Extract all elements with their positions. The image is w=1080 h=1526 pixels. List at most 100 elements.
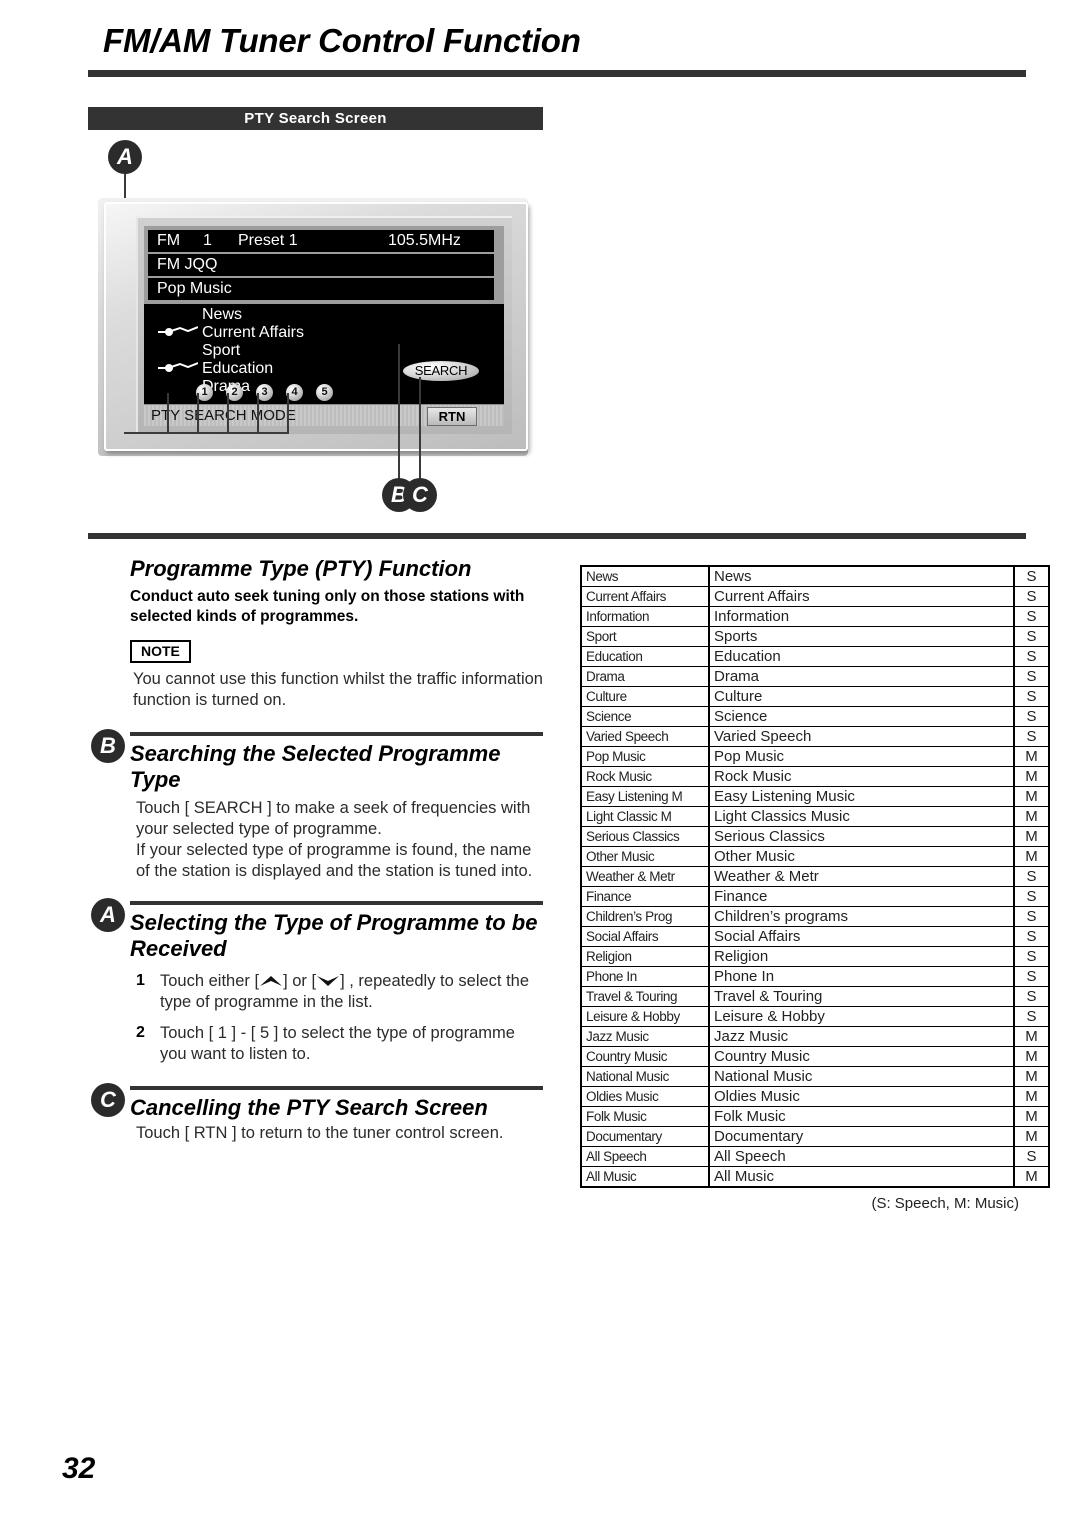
device-illustration: A FM 1 Preset 1 105.5MHz FM JQQ Pop Musi… — [88, 140, 538, 530]
pty-short-name: Serious Classics — [580, 826, 710, 847]
pty-full-name: Children’s programs — [708, 906, 1015, 927]
lcd-pty-row: Pop Music — [148, 278, 494, 300]
pty-kind: M — [1013, 806, 1050, 827]
step-1-number: 1 — [136, 971, 145, 989]
pty-short-name: Easy Listening M — [580, 786, 710, 807]
pty-kind: M — [1013, 1026, 1050, 1047]
table-row: Current Affairs Current Affairs S — [580, 586, 1050, 607]
selection-cursor-icon-1 — [158, 326, 198, 336]
pty-full-name: Science — [708, 706, 1015, 727]
pty-full-name: Easy Listening Music — [708, 786, 1015, 807]
section-rule-searching — [130, 732, 543, 737]
page-title: FM/AM Tuner Control Function — [103, 22, 581, 59]
pty-full-name: National Music — [708, 1066, 1015, 1087]
lcd-list-item-news[interactable]: News — [202, 306, 242, 324]
lcd-list-item-education[interactable]: Education — [202, 360, 273, 378]
pty-short-name: Light Classic M — [580, 806, 710, 827]
pty-short-name: Science — [580, 706, 710, 727]
pty-full-name: Weather & Metr — [708, 866, 1015, 887]
pty-short-name: Pop Music — [580, 746, 710, 767]
pty-full-name: All Music — [708, 1166, 1015, 1188]
note-badge: NOTE — [130, 640, 191, 664]
table-row: All Speech All Speech S — [580, 1146, 1050, 1167]
pty-short-name: Varied Speech — [580, 726, 710, 747]
table-row: Country Music Country Music M — [580, 1046, 1050, 1067]
pty-short-name: Information — [580, 606, 710, 627]
leader-search — [398, 344, 400, 480]
callout-marker-c: C — [403, 478, 437, 512]
rtn-button[interactable]: RTN — [427, 407, 477, 426]
pty-kind: S — [1013, 1146, 1050, 1167]
section-divider — [88, 533, 1026, 539]
heading-selecting: Selecting the Type of Programme to be Re… — [130, 910, 538, 961]
preset-button-5[interactable]: 5 — [316, 384, 333, 401]
pty-kind: M — [1013, 746, 1050, 767]
lcd-station-name: FM JQQ — [157, 256, 218, 273]
pty-kind: M — [1013, 1106, 1050, 1127]
pty-kind: S — [1013, 986, 1050, 1007]
pty-short-name: Current Affairs — [580, 586, 710, 607]
pty-short-name: Children’s Prog — [580, 906, 710, 927]
table-row: Light Classic M Light Classics Music M — [580, 806, 1050, 827]
chevron-up-icon[interactable] — [259, 974, 283, 988]
pty-short-name: All Speech — [580, 1146, 710, 1167]
leader-preset-3 — [227, 393, 229, 432]
pty-full-name: Serious Classics — [708, 826, 1015, 847]
table-row: All Music All Music M — [580, 1166, 1050, 1188]
pty-kind: M — [1013, 1086, 1050, 1107]
pty-kind: M — [1013, 826, 1050, 847]
heading-pty-function: Programme Type (PTY) Function — [130, 556, 472, 581]
pty-kind: M — [1013, 846, 1050, 867]
table-row: Documentary Documentary M — [580, 1126, 1050, 1147]
pty-kind: S — [1013, 1006, 1050, 1027]
lcd-list-item-current-affairs[interactable]: Current Affairs — [202, 324, 304, 342]
searching-para-1: Touch [ SEARCH ] to make a seek of frequ… — [136, 798, 531, 838]
table-row: Folk Music Folk Music M — [580, 1106, 1050, 1127]
search-button[interactable]: SEARCH — [403, 361, 479, 381]
pty-short-name: Other Music — [580, 846, 710, 867]
table-row: Science Science S — [580, 706, 1050, 727]
leader-rtn — [419, 377, 421, 480]
pty-short-name: Leisure & Hobby — [580, 1006, 710, 1027]
table-row: Information Information S — [580, 606, 1050, 627]
pty-full-name: Folk Music — [708, 1106, 1015, 1127]
table-row: Phone In Phone In S — [580, 966, 1050, 987]
chevron-down-icon[interactable] — [316, 974, 340, 988]
pty-full-name: Country Music — [708, 1046, 1015, 1067]
pty-table-container: News News S Current Affairs Current Affairs S… — [580, 565, 1050, 1212]
step-1-pre: Touch either [ — [160, 971, 260, 990]
pty-short-name: Folk Music — [580, 1106, 710, 1127]
pty-table: News News S Current Affairs Current Affairs S… — [580, 565, 1050, 1188]
section-marker-b: B — [91, 729, 125, 764]
pty-table-footnote: (S: Speech, M: Music) — [871, 1195, 1019, 1212]
table-row: Easy Listening M Easy Listening Music M — [580, 786, 1050, 807]
pty-kind: M — [1013, 1126, 1050, 1147]
pty-short-name: Weather & Metr — [580, 866, 710, 887]
table-row: Leisure & Hobby Leisure & Hobby S — [580, 1006, 1050, 1027]
leader-preset-1 — [167, 393, 169, 432]
pty-short-name: Religion — [580, 946, 710, 967]
selection-cursor-icon-2 — [158, 362, 198, 372]
lcd-header-panel: FM 1 Preset 1 105.5MHz FM JQQ Pop Music — [144, 226, 504, 304]
lcd-preset-label: Preset 1 — [238, 232, 298, 249]
pty-full-name: Pop Music — [708, 746, 1015, 767]
pty-kind: M — [1013, 1166, 1050, 1188]
lcd-frequency: 105.5MHz — [388, 232, 461, 249]
pty-short-name: News — [580, 565, 710, 587]
pty-short-name: National Music — [580, 1066, 710, 1087]
lcd-list-item-sport[interactable]: Sport — [202, 342, 240, 360]
pty-short-name: Jazz Music — [580, 1026, 710, 1047]
pty-kind: S — [1013, 666, 1050, 687]
heading-cancelling: Cancelling the PTY Search Screen — [130, 1095, 488, 1121]
table-row: Social Affairs Social Affairs S — [580, 926, 1050, 947]
lcd-tuner-row: FM 1 Preset 1 105.5MHz — [148, 230, 494, 252]
pty-full-name: Social Affairs — [708, 926, 1015, 947]
section-selecting: A Selecting the Type of Programme to be … — [91, 898, 543, 1065]
pty-short-name: Documentary — [580, 1126, 710, 1147]
leader-preset-2 — [197, 393, 199, 432]
table-row: Other Music Other Music M — [580, 846, 1050, 867]
pty-full-name: Drama — [708, 666, 1015, 687]
table-row: Weather & Metr Weather & Metr S — [580, 866, 1050, 887]
table-row: Serious Classics Serious Classics M — [580, 826, 1050, 847]
pty-full-name: Current Affairs — [708, 586, 1015, 607]
